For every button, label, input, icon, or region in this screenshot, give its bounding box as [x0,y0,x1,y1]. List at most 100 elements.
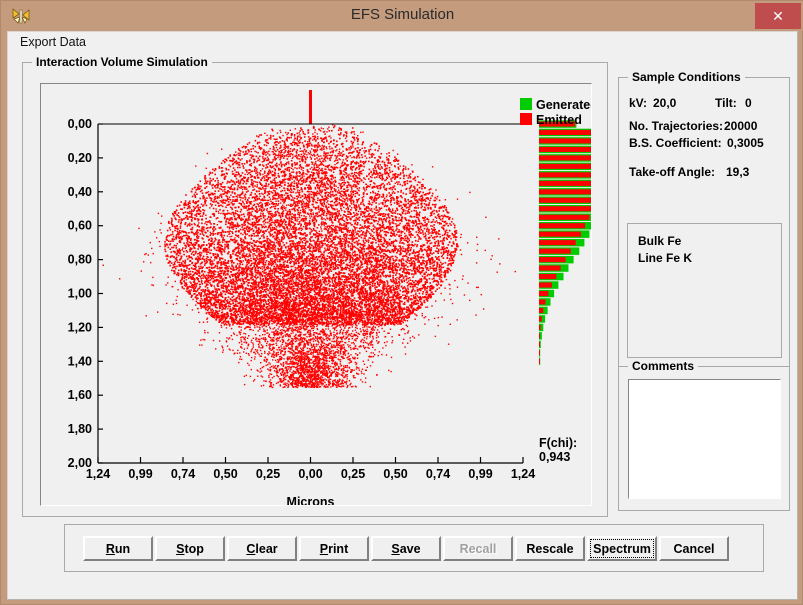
incident-beam-line [309,90,312,124]
sample-conditions-group: Sample Conditions kV: 20,0 Tilt: 0 No. T… [618,70,790,367]
histogram-bar-emitted [539,163,591,169]
bs-coefficient-label: B.S. Coefficient: [629,136,722,150]
histogram-bar-emitted [539,265,561,271]
kv-label: kV: [629,96,648,110]
x-axis-tick-label: 0,74 [171,467,195,481]
comments-group-label: Comments [628,359,699,373]
fchi-value: 0,943 [539,450,570,464]
x-axis-tick-label: 0,74 [426,467,450,481]
recall-button-label: Recall [459,541,497,556]
histogram-bar-emitted [539,240,576,246]
menu-bar: Export Data [8,32,797,52]
histogram-bar-emitted [539,206,591,212]
x-axis-tick-label: 0,25 [256,467,280,481]
x-axis-tick-label: 0,99 [468,467,492,481]
print-button[interactable]: Print [299,536,369,561]
histogram-bar-emitted [539,248,571,254]
y-axis-tick-label: 0,80 [68,253,92,267]
tilt-value: 0 [745,96,752,110]
menu-item-export-data[interactable]: Export Data [16,34,90,50]
y-axis-tick-label: 0,20 [68,151,92,165]
histogram-bar-emitted [539,172,591,178]
comments-textarea[interactable] [628,379,781,499]
histogram-bar-emitted [539,274,557,280]
y-axis-tick-label: 1,20 [68,320,92,334]
rescale-button-label: Rescale [526,541,574,556]
window-title: EFS Simulation [350,6,455,23]
histogram-bar-emitted [539,146,591,152]
title-bar: EFS Simulation ✕ [1,1,803,31]
bs-coefficient-value: 0,3005 [727,136,764,150]
close-button[interactable]: ✕ [755,3,801,29]
trajectories-label: No. Trajectories: [629,119,724,133]
histogram-bar-emitted [539,324,541,330]
y-axis-tick-label: 0,60 [68,219,92,233]
x-axis-tick-label: 0,25 [341,467,365,481]
list-item[interactable]: Line Fe K [638,251,692,265]
x-axis-tick-label: 0,50 [383,467,407,481]
x-axis-tick-label: 0,50 [213,467,237,481]
histogram-bar-emitted [539,282,552,288]
kv-value: 20,0 [653,96,677,110]
legend-swatch [520,98,532,110]
legend-label: Generated [536,98,591,112]
takeoff-angle-label: Take-off Angle: [629,165,715,179]
save-button-label: Save [391,541,421,556]
list-item[interactable]: Bulk Fe [638,234,681,248]
fchi-label: F(chi): [539,436,577,450]
histogram-bar-emitted [539,189,591,195]
cancel-button[interactable]: Cancel [659,536,729,561]
histogram-bar-emitted [539,291,549,297]
y-axis-tick-label: 0,00 [68,117,92,131]
histogram-bar-emitted [539,138,591,144]
sample-conditions-label: Sample Conditions [628,70,745,84]
histogram-bar-emitted [539,214,590,220]
clear-button[interactable]: Clear [227,536,297,561]
rescale-button[interactable]: Rescale [515,536,585,561]
x-axis-tick-label: 1,24 [511,467,535,481]
print-button-label: Print [319,541,349,556]
y-axis-tick-label: 1,60 [68,388,92,402]
comments-group: Comments [618,359,790,511]
cancel-button-label: Cancel [673,541,715,556]
plot-axes: 0,00 0,20 0,40 0,60 0,80 1,00 1,20 1,40 1,60 1,80… [68,117,536,481]
focus-ring [590,539,654,558]
interaction-volume-group-label: Interaction Volume Simulation [32,55,212,69]
histogram-bar-emitted [539,223,586,229]
histogram-bar-emitted [539,299,546,305]
y-axis-tick-label: 1,80 [68,422,92,436]
clear-button-label: Clear [246,541,278,556]
histogram-bar-emitted [539,197,591,203]
client-area: Export Data Interaction Volume Simulatio… [7,31,798,600]
depth-histogram [539,120,591,366]
run-button-label: Run [105,541,131,556]
simulation-plot-panel[interactable]: 0,00 0,20 0,40 0,60 0,80 1,00 1,20 1,40 1,60 1,80… [40,83,592,506]
tilt-label: Tilt: [715,96,737,110]
sample-listbox[interactable]: Bulk Fe Line Fe K [627,223,782,358]
spectrum-button[interactable]: Spectrum [587,536,657,561]
histogram-bar-emitted [539,155,591,161]
button-bar: Run Stop Clear Print Save Recall Rescale Spectr… [64,524,764,572]
histogram-bar-emitted [539,316,542,322]
histogram-bar-emitted [539,307,544,313]
x-axis-tick-label: 0,99 [128,467,152,481]
recall-button: Recall [443,536,513,561]
run-button[interactable]: Run [83,536,153,561]
stop-button[interactable]: Stop [155,536,225,561]
save-button[interactable]: Save [371,536,441,561]
x-axis-title: Microns [287,495,335,505]
y-axis-tick-label: 0,40 [68,185,92,199]
histogram-bar-emitted [539,180,591,186]
stop-button-label: Stop [176,541,204,556]
legend-label: Emitted [536,113,582,127]
histogram-bar-emitted [539,350,540,356]
scatter-points [102,124,516,389]
plot-legend: GeneratedEmitted [520,98,591,127]
x-axis-tick-label: 0,00 [298,467,322,481]
histogram-bar-emitted [539,231,581,237]
interaction-volume-group: Interaction Volume Simulation 0,00 0,20 0,… [22,55,608,517]
histogram-bar-emitted [539,341,540,347]
y-axis-tick-label: 1,40 [68,354,92,368]
histogram-bar-emitted [539,257,566,263]
histogram-bar-emitted [539,129,591,135]
